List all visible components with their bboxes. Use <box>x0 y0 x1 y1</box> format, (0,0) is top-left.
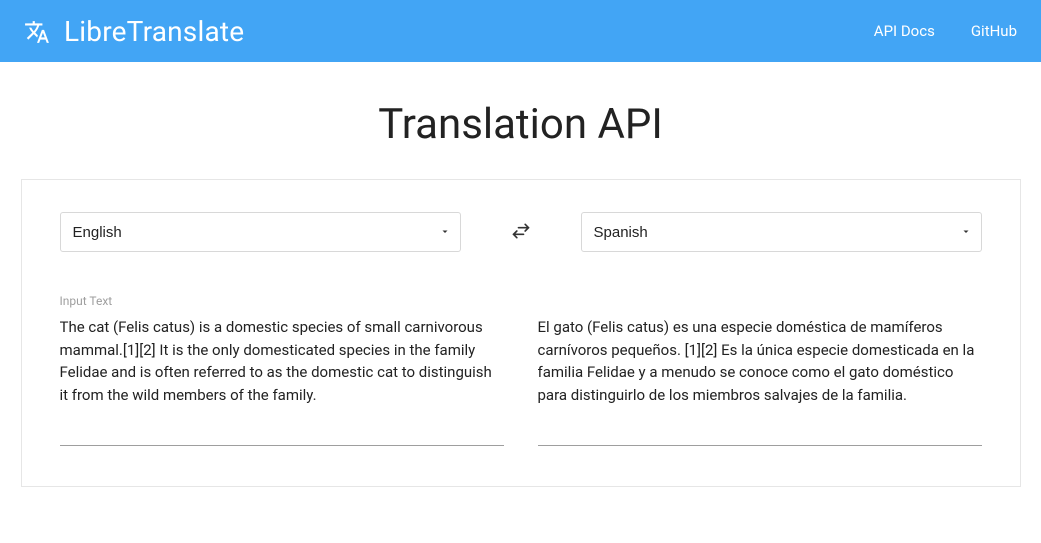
language-row: English <box>60 212 982 252</box>
swap-languages-button[interactable] <box>507 217 535 248</box>
swap-horizontal-icon <box>511 229 531 244</box>
source-lang-wrap: English <box>60 212 461 252</box>
nav-links: API Docs GitHub <box>874 22 1017 40</box>
output-spacer <box>538 294 982 316</box>
output-textarea[interactable] <box>538 316 982 446</box>
textareas-row: Input Text <box>60 294 982 446</box>
input-text-label: Input Text <box>60 294 504 308</box>
input-textarea[interactable] <box>60 316 504 446</box>
target-lang-wrap: Spanish <box>581 212 982 252</box>
input-column: Input Text <box>60 294 504 446</box>
translation-card: English <box>21 179 1021 487</box>
swap-area <box>481 217 561 248</box>
target-lang-select[interactable]: Spanish <box>581 212 982 252</box>
navbar: LibreTranslate API Docs GitHub <box>0 0 1041 62</box>
translate-icon <box>24 19 50 45</box>
brand-title: LibreTranslate <box>64 15 244 48</box>
nav-link-api-docs[interactable]: API Docs <box>874 22 935 40</box>
page-title: Translation API <box>21 100 1021 149</box>
nav-link-github[interactable]: GitHub <box>971 22 1017 40</box>
source-lang-select[interactable]: English <box>60 212 461 252</box>
output-column <box>538 294 982 446</box>
brand[interactable]: LibreTranslate <box>24 15 244 48</box>
